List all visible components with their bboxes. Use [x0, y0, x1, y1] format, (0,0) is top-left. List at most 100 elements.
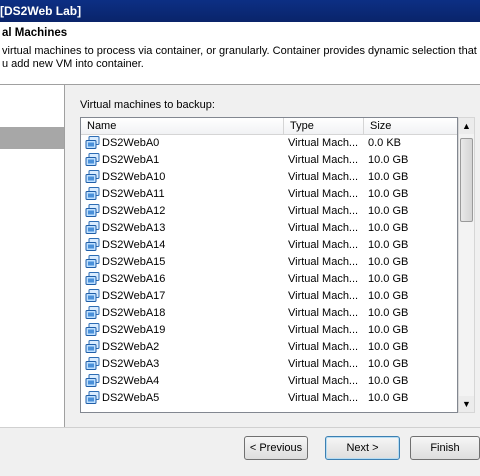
vm-size-cell: 10.0 GB: [368, 341, 409, 353]
vm-type-cell: Virtual Mach...: [288, 358, 359, 370]
vm-icon: [85, 220, 100, 235]
vm-icon: [85, 203, 100, 218]
vm-list-scrollbar[interactable]: ▲ ▼: [458, 117, 475, 413]
vm-type-cell: Virtual Mach...: [288, 205, 359, 217]
vm-icon: [85, 356, 100, 371]
page-description: virtual machines to process via containe…: [2, 45, 480, 71]
vm-name: DS2WebA3: [102, 358, 160, 370]
vm-list-row[interactable]: DS2WebA17 Virtual Mach... 10.0 GB: [81, 288, 457, 305]
column-header-name[interactable]: Name: [81, 118, 284, 134]
vm-type-cell: Virtual Mach...: [288, 341, 359, 353]
vm-size-cell: 10.0 GB: [368, 290, 409, 302]
page-description-line-1: virtual machines to process via containe…: [2, 45, 480, 57]
wizard-header: al Machines virtual machines to process …: [0, 22, 480, 85]
vm-name: DS2WebA15: [102, 256, 166, 268]
vm-size-cell: 10.0 GB: [368, 188, 409, 200]
vm-list-row[interactable]: DS2WebA16 Virtual Mach... 10.0 GB: [81, 271, 457, 288]
scroll-up-arrow-icon[interactable]: ▲: [459, 118, 474, 134]
wizard-steps-sidebar: [0, 85, 65, 427]
vm-list-row[interactable]: DS2WebA4 Virtual Mach... 10.0 GB: [81, 373, 457, 390]
page-title: al Machines: [2, 27, 68, 39]
vm-list-row[interactable]: DS2WebA10 Virtual Mach... 10.0 GB: [81, 169, 457, 186]
vm-type-cell: Virtual Mach...: [288, 188, 359, 200]
scroll-thumb[interactable]: [460, 138, 473, 222]
vm-type-cell: Virtual Mach...: [288, 324, 359, 336]
vm-type-cell: Virtual Mach...: [288, 256, 359, 268]
vm-name-cell: DS2WebA1: [85, 152, 285, 169]
vm-name-cell: DS2WebA3: [85, 356, 285, 373]
vm-name-cell: DS2WebA14: [85, 237, 285, 254]
column-header-size[interactable]: Size: [364, 118, 457, 134]
vm-icon: [85, 254, 100, 269]
window-title: [DS2Web Lab]: [0, 4, 82, 18]
vm-name-cell: DS2WebA11: [85, 186, 285, 203]
vm-list-row[interactable]: DS2WebA15 Virtual Mach... 10.0 GB: [81, 254, 457, 271]
vm-icon: [85, 237, 100, 252]
wizard-footer: [0, 427, 480, 476]
vm-icon: [85, 152, 100, 167]
vm-type-cell: Virtual Mach...: [288, 222, 359, 234]
vm-size-cell: 10.0 GB: [368, 358, 409, 370]
vm-list-label: Virtual machines to backup:: [80, 99, 215, 111]
window-title-bar: [DS2Web Lab]: [0, 0, 480, 22]
vm-icon: [85, 390, 100, 405]
vm-name-cell: DS2WebA5: [85, 390, 285, 407]
vm-name-cell: DS2WebA19: [85, 322, 285, 339]
vm-size-cell: 10.0 GB: [368, 307, 409, 319]
column-header-type[interactable]: Type: [284, 118, 364, 134]
vm-name: DS2WebA11: [102, 188, 165, 200]
vm-list-row[interactable]: DS2WebA1 Virtual Mach... 10.0 GB: [81, 152, 457, 169]
vm-name: DS2WebA12: [102, 205, 166, 217]
vm-type-cell: Virtual Mach...: [288, 375, 359, 387]
vm-list-row[interactable]: DS2WebA3 Virtual Mach... 10.0 GB: [81, 356, 457, 373]
vm-size-cell: 10.0 GB: [368, 392, 409, 404]
vm-icon: [85, 169, 100, 184]
vm-type-cell: Virtual Mach...: [288, 239, 359, 251]
vm-name-cell: DS2WebA4: [85, 373, 285, 390]
vm-icon: [85, 373, 100, 388]
vm-name-cell: DS2WebA12: [85, 203, 285, 220]
vm-name: DS2WebA5: [102, 392, 160, 404]
vm-icon: [85, 339, 100, 354]
scroll-down-arrow-icon[interactable]: ▼: [459, 396, 474, 412]
previous-button[interactable]: < Previous: [244, 436, 308, 460]
vm-list-row[interactable]: DS2WebA11 Virtual Mach... 10.0 GB: [81, 186, 457, 203]
vm-list-row[interactable]: DS2WebA13 Virtual Mach... 10.0 GB: [81, 220, 457, 237]
vm-name: DS2WebA19: [102, 324, 166, 336]
vm-name-cell: DS2WebA16: [85, 271, 285, 288]
vm-name-cell: DS2WebA18: [85, 305, 285, 322]
vm-list-row[interactable]: DS2WebA19 Virtual Mach... 10.0 GB: [81, 322, 457, 339]
vm-name: DS2WebA1: [102, 154, 160, 166]
vm-size-cell: 10.0 GB: [368, 205, 409, 217]
vm-list[interactable]: Name Type Size DS2WebA0 Virtual Mach... 0.…: [80, 117, 458, 413]
vm-size-cell: 10.0 GB: [368, 324, 409, 336]
vm-icon: [85, 186, 100, 201]
vm-list-row[interactable]: DS2WebA2 Virtual Mach... 10.0 GB: [81, 339, 457, 356]
vm-list-row[interactable]: DS2WebA18 Virtual Mach... 10.0 GB: [81, 305, 457, 322]
vm-name: DS2WebA2: [102, 341, 160, 353]
vm-type-cell: Virtual Mach...: [288, 137, 359, 149]
vm-list-rows: DS2WebA0 Virtual Mach... 0.0 KB DS2WebA1 Vir…: [81, 135, 457, 407]
vm-name-cell: DS2WebA17: [85, 288, 285, 305]
vm-type-cell: Virtual Mach...: [288, 273, 359, 285]
vm-size-cell: 10.0 GB: [368, 154, 409, 166]
vm-list-row[interactable]: DS2WebA12 Virtual Mach... 10.0 GB: [81, 203, 457, 220]
vm-name: DS2WebA10: [102, 171, 166, 183]
next-button[interactable]: Next >: [325, 436, 400, 460]
vm-name: DS2WebA0: [102, 137, 160, 149]
vm-name: DS2WebA18: [102, 307, 166, 319]
finish-button[interactable]: Finish: [410, 436, 480, 460]
vm-list-row[interactable]: DS2WebA0 Virtual Mach... 0.0 KB: [81, 135, 457, 152]
vm-icon: [85, 271, 100, 286]
vm-list-row[interactable]: DS2WebA5 Virtual Mach... 10.0 GB: [81, 390, 457, 407]
vm-name-cell: DS2WebA15: [85, 254, 285, 271]
vm-name: DS2WebA14: [102, 239, 166, 251]
vm-type-cell: Virtual Mach...: [288, 154, 359, 166]
vm-list-row[interactable]: DS2WebA14 Virtual Mach... 10.0 GB: [81, 237, 457, 254]
vm-icon: [85, 288, 100, 303]
vm-name: DS2WebA13: [102, 222, 166, 234]
vm-list-header: Name Type Size: [81, 118, 457, 135]
sidebar-selected-step[interactable]: [0, 127, 64, 149]
vm-name-cell: DS2WebA0: [85, 135, 285, 152]
vm-name: DS2WebA4: [102, 375, 160, 387]
